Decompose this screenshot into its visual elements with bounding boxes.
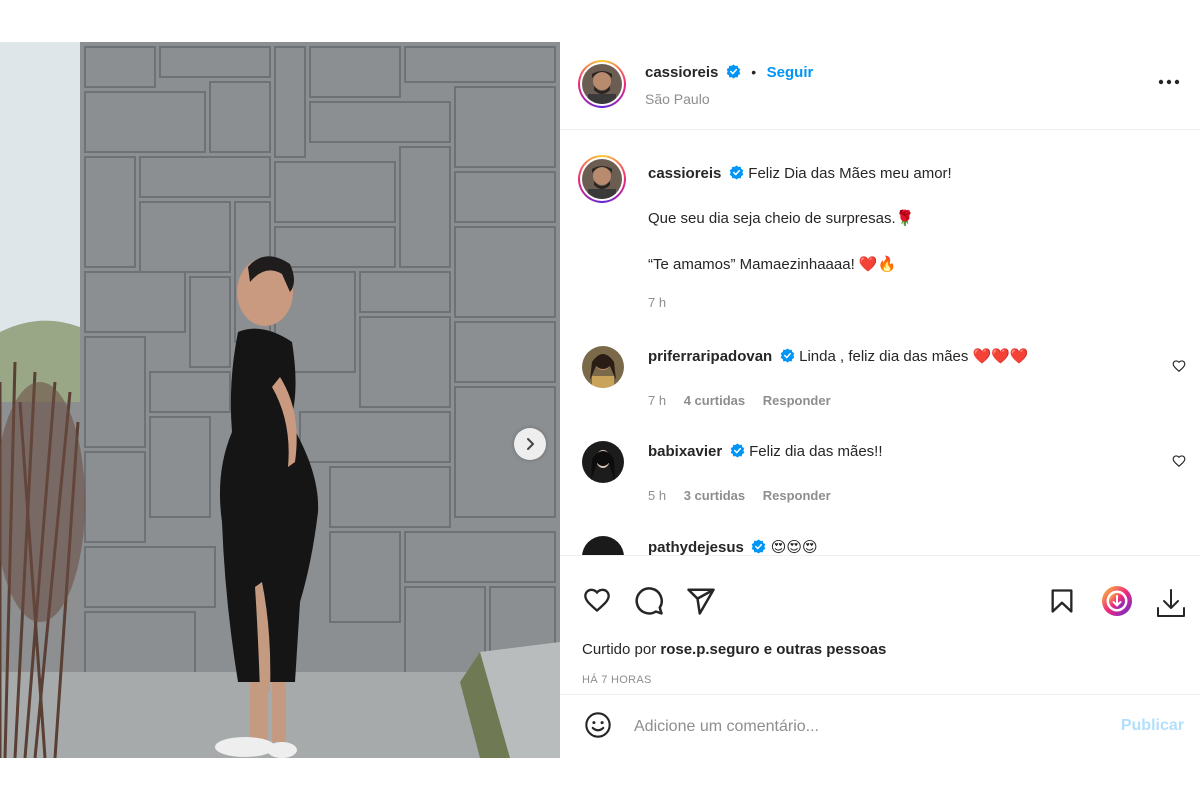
comment-time[interactable]: 7 h [648, 393, 666, 408]
caption-line-3: “Te amamos” Mamaezinhaaaa! ❤️🔥 [648, 256, 897, 273]
comment-bubble-icon[interactable] [634, 586, 664, 616]
post-actions: Curtido por rose.p.seguro e outras pesso… [560, 555, 1200, 695]
next-photo-button[interactable] [514, 428, 546, 460]
verified-badge-icon [729, 165, 744, 180]
liked-by-user[interactable]: rose.p.seguro [660, 641, 759, 658]
verified-badge-icon [752, 539, 766, 554]
comment-likes[interactable]: 4 curtidas [684, 393, 745, 408]
caption-time[interactable]: 7 h [648, 295, 666, 310]
comment-likes[interactable]: 3 curtidas [684, 488, 745, 503]
verified-badge-icon [780, 348, 794, 363]
author-username[interactable]: cassioreis [645, 64, 718, 81]
post-photo [0, 42, 560, 758]
commenter-avatar[interactable] [582, 346, 624, 388]
reply-button[interactable]: Responder [763, 488, 831, 503]
comment-input[interactable] [634, 713, 1094, 741]
download-icon[interactable] [1154, 586, 1188, 620]
like-heart-icon[interactable] [582, 586, 612, 614]
post-header: cassioreis • Seguir São Paulo [560, 42, 1200, 130]
chevron-right-icon [527, 438, 534, 450]
commenter-avatar[interactable] [582, 536, 624, 555]
save-bookmark-icon[interactable] [1048, 586, 1076, 616]
commenter-avatar[interactable] [582, 441, 624, 483]
avatar-image [582, 346, 624, 388]
commenter-username[interactable]: priferraripadovan [648, 348, 772, 365]
more-options-button[interactable] [1158, 72, 1180, 90]
verified-badge-icon [730, 443, 744, 458]
liked-by-prefix: Curtido por [582, 641, 657, 658]
liked-by: Curtido por rose.p.seguro e outras pesso… [582, 641, 886, 658]
like-comment-heart-icon[interactable] [1172, 454, 1186, 468]
avatar-image [582, 159, 622, 199]
caption-line-2: Que seu dia seja cheio de surpresas.🌹 [648, 210, 915, 227]
separator-dot: • [751, 64, 757, 80]
follow-button[interactable]: Seguir [767, 64, 814, 81]
add-comment-bar: Publicar [560, 695, 1200, 758]
post-timestamp[interactable]: HÁ 7 HORAS [582, 674, 652, 686]
reply-button[interactable]: Responder [763, 393, 831, 408]
caption-line-1: Feliz Dia das Mães meu amor! [748, 165, 952, 182]
emoji-icon[interactable] [584, 711, 612, 739]
verified-badge-icon [726, 64, 741, 79]
comment-time[interactable]: 5 h [648, 488, 666, 503]
author-avatar[interactable] [578, 60, 626, 108]
post-details-panel: cassioreis • Seguir São Paulo cassioreis… [560, 42, 1200, 758]
commenter-username[interactable]: babixavier [648, 443, 722, 460]
comments-list[interactable]: cassioreis Feliz Dia das Mães meu amor! … [560, 131, 1200, 555]
like-comment-heart-icon[interactable] [1172, 359, 1186, 373]
share-send-icon[interactable] [686, 586, 716, 616]
publish-button[interactable]: Publicar [1121, 717, 1184, 735]
avatar-image [582, 64, 622, 104]
comment-text: 😍😍😍 [770, 539, 818, 555]
caption: cassioreis Feliz Dia das Mães meu amor! … [648, 165, 1168, 310]
post-location[interactable]: São Paulo [645, 91, 710, 107]
liked-by-others[interactable]: e outras pessoas [764, 641, 887, 658]
caption-author-avatar[interactable] [578, 155, 626, 203]
more-horizontal-icon [1158, 79, 1180, 85]
photo-scene [0, 42, 560, 758]
caption-username[interactable]: cassioreis [648, 165, 721, 182]
commenter-username[interactable]: pathydejesus [648, 539, 744, 555]
download-extension-icon[interactable] [1100, 584, 1134, 618]
avatar-image [582, 441, 624, 483]
comment-text: Linda , feliz dia das mães ❤️❤️❤️ [799, 348, 1029, 365]
comment-text: Feliz dia das mães!! [749, 443, 883, 460]
